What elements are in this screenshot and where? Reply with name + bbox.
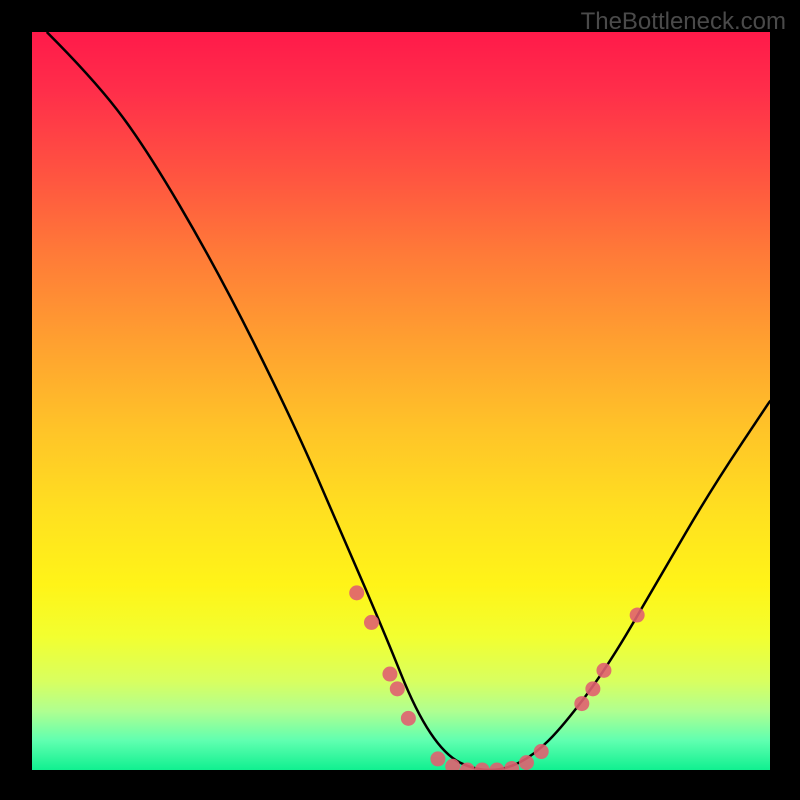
data-point	[596, 663, 611, 678]
data-point	[349, 585, 364, 600]
data-point	[489, 763, 504, 771]
data-point	[630, 608, 645, 623]
data-point	[430, 751, 445, 766]
data-point	[475, 763, 490, 771]
data-point	[364, 615, 379, 630]
data-point	[585, 681, 600, 696]
data-point	[401, 711, 416, 726]
data-point	[574, 696, 589, 711]
bottleneck-curve	[32, 32, 770, 770]
data-point	[519, 755, 534, 770]
chart-plot-area	[32, 32, 770, 770]
data-point	[534, 744, 549, 759]
data-point	[382, 667, 397, 682]
data-point	[390, 681, 405, 696]
watermark-text: TheBottleneck.com	[581, 8, 786, 36]
